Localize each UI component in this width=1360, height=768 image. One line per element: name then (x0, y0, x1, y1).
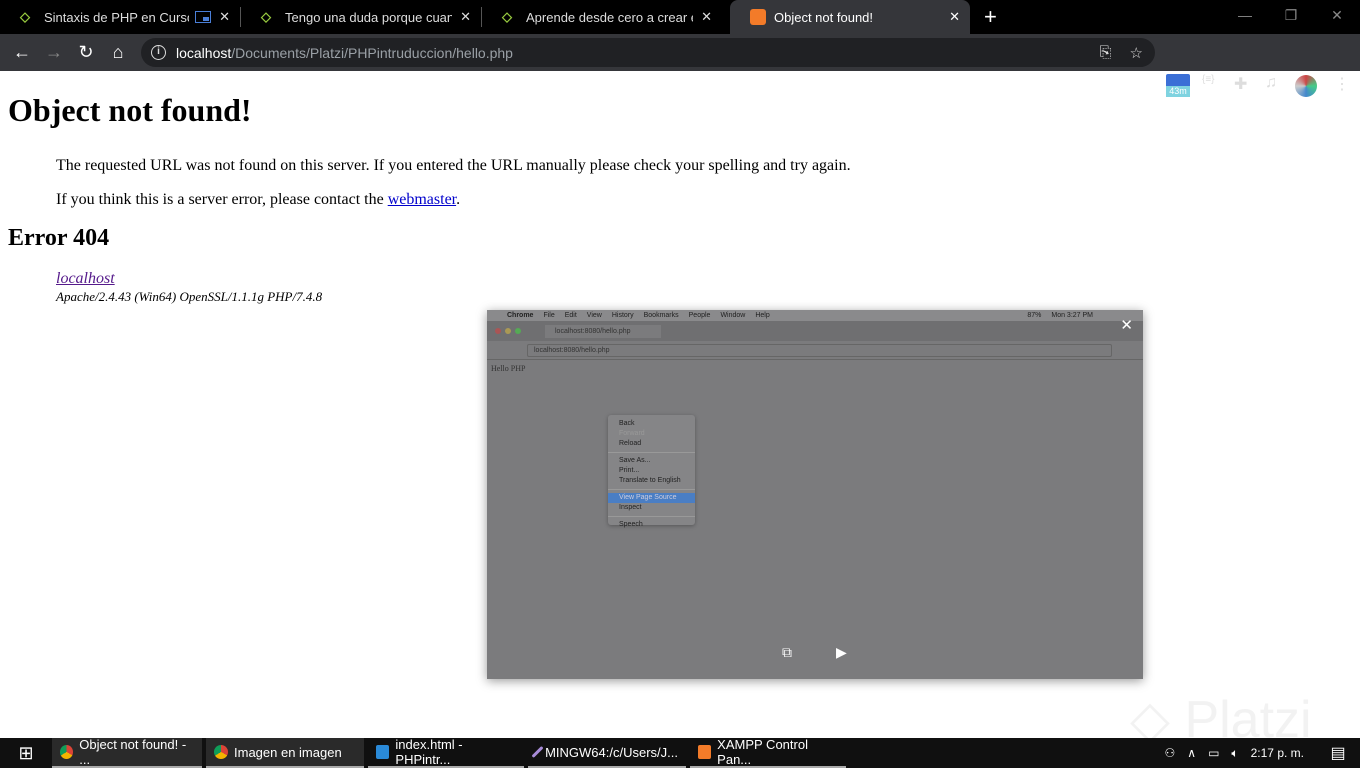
picture-in-picture-window[interactable]: Chrome File Edit View History Bookmarks People… (487, 310, 1143, 679)
xampp-icon (698, 745, 712, 759)
tab-3-active[interactable]: Object not found! ✕ (730, 0, 970, 34)
close-tab-icon[interactable]: ✕ (219, 9, 230, 25)
platzi-icon: ◇ (502, 9, 512, 24)
forward-button[interactable]: → (38, 42, 70, 63)
volume-icon[interactable]: 🔈︎ (1231, 746, 1238, 761)
platzi-icon: ◇ (261, 9, 271, 24)
git-bash-icon (531, 745, 544, 759)
minimize-button[interactable]: — (1222, 0, 1268, 30)
pip-page-text: Hello PHP (491, 364, 526, 373)
taskbar-item-xampp[interactable]: XAMPP Control Pan... (690, 737, 846, 768)
platzi-icon: ◇ (20, 9, 30, 24)
home-button[interactable]: ⌂ (102, 42, 134, 63)
error-code: Error 404 (8, 225, 110, 251)
tab-strip: ◇Sintaxis de PHP en Curso de✕ ◇Tengo una… (0, 0, 1360, 34)
chevron-up-icon[interactable]: ∧ (1187, 746, 1196, 760)
close-tab-icon[interactable]: ✕ (701, 9, 712, 25)
close-tab-icon[interactable]: ✕ (949, 9, 960, 25)
network-icon[interactable]: ▭ (1208, 746, 1219, 760)
close-pip-icon[interactable]: ✕ (1120, 316, 1133, 334)
error-message: The requested URL was not found on this … (56, 157, 851, 174)
close-window-button[interactable]: ✕ (1314, 0, 1360, 30)
address-bar[interactable]: i localhost/Documents/Platzi/PHPintruduc… (141, 38, 1155, 67)
new-tab-button[interactable]: + (984, 4, 997, 30)
page-title: Object not found! (8, 92, 252, 128)
notifications-icon[interactable]: ▤ (1316, 743, 1360, 763)
taskbar-item-vscode[interactable]: index.html - PHPintr... (368, 737, 524, 768)
bookmark-star-icon[interactable]: ☆ (1130, 44, 1143, 62)
server-signature: Apache/2.4.43 (Win64) OpenSSL/1.1.1g PHP… (56, 289, 323, 304)
restore-button[interactable]: ❐ (1268, 0, 1314, 30)
play-icon[interactable]: ▶ (836, 644, 847, 661)
picture-in-picture-icon (195, 11, 212, 23)
tab-1[interactable]: ◇ Tengo una duda porque cuando ✕ (241, 0, 481, 34)
page-content: Object not found! The requested URL was … (0, 71, 1360, 306)
mac-menubar: Chrome File Edit View History Bookmarks People… (487, 310, 1143, 321)
webmaster-link[interactable]: webmaster (388, 191, 456, 208)
toolbar: ← → ↻ ⌂ i localhost/Documents/Platzi/PHP… (0, 34, 1360, 97)
close-tab-icon[interactable]: ✕ (460, 9, 471, 25)
clock[interactable]: 2:17 p. m. (1251, 746, 1304, 760)
tab-2[interactable]: ◇Aprende desde cero a crear el fut✕ (482, 0, 722, 34)
pip-addressbar: localhost:8080/hello.php (487, 341, 1143, 360)
people-icon[interactable]: ⚇ (1165, 746, 1176, 760)
pip-tabstrip: localhost:8080/hello.php (487, 321, 1143, 341)
back-to-tab-icon[interactable]: ⧉ (782, 644, 792, 661)
task-view-icon[interactable]: ⊞ (0, 743, 52, 764)
chrome-icon (60, 745, 74, 759)
contact-message: If you think this is a server error, ple… (56, 191, 461, 208)
server-link[interactable]: localhost (56, 270, 115, 287)
chrome-icon (214, 745, 228, 759)
info-icon[interactable]: i (151, 45, 166, 60)
translate-icon[interactable]: ⎘ (1100, 44, 1112, 62)
xampp-icon (750, 9, 766, 25)
taskbar-item-git-bash[interactable]: MINGW64:/c/Users/J... (528, 738, 686, 768)
vscode-icon (376, 745, 390, 759)
taskbar: ⊞ Object not found! - ... Imagen en imag… (0, 737, 1360, 768)
reload-button[interactable]: ↻ (70, 42, 102, 63)
tab-0[interactable]: ◇Sintaxis de PHP en Curso de✕ (0, 0, 240, 34)
taskbar-item-pip[interactable]: Imagen en imagen (206, 738, 364, 768)
taskbar-item-chrome[interactable]: Object not found! - ... (52, 737, 202, 768)
back-button[interactable]: ← (6, 42, 38, 63)
pip-context-menu: Back Forward Reload Save As... Print... … (608, 415, 695, 528)
